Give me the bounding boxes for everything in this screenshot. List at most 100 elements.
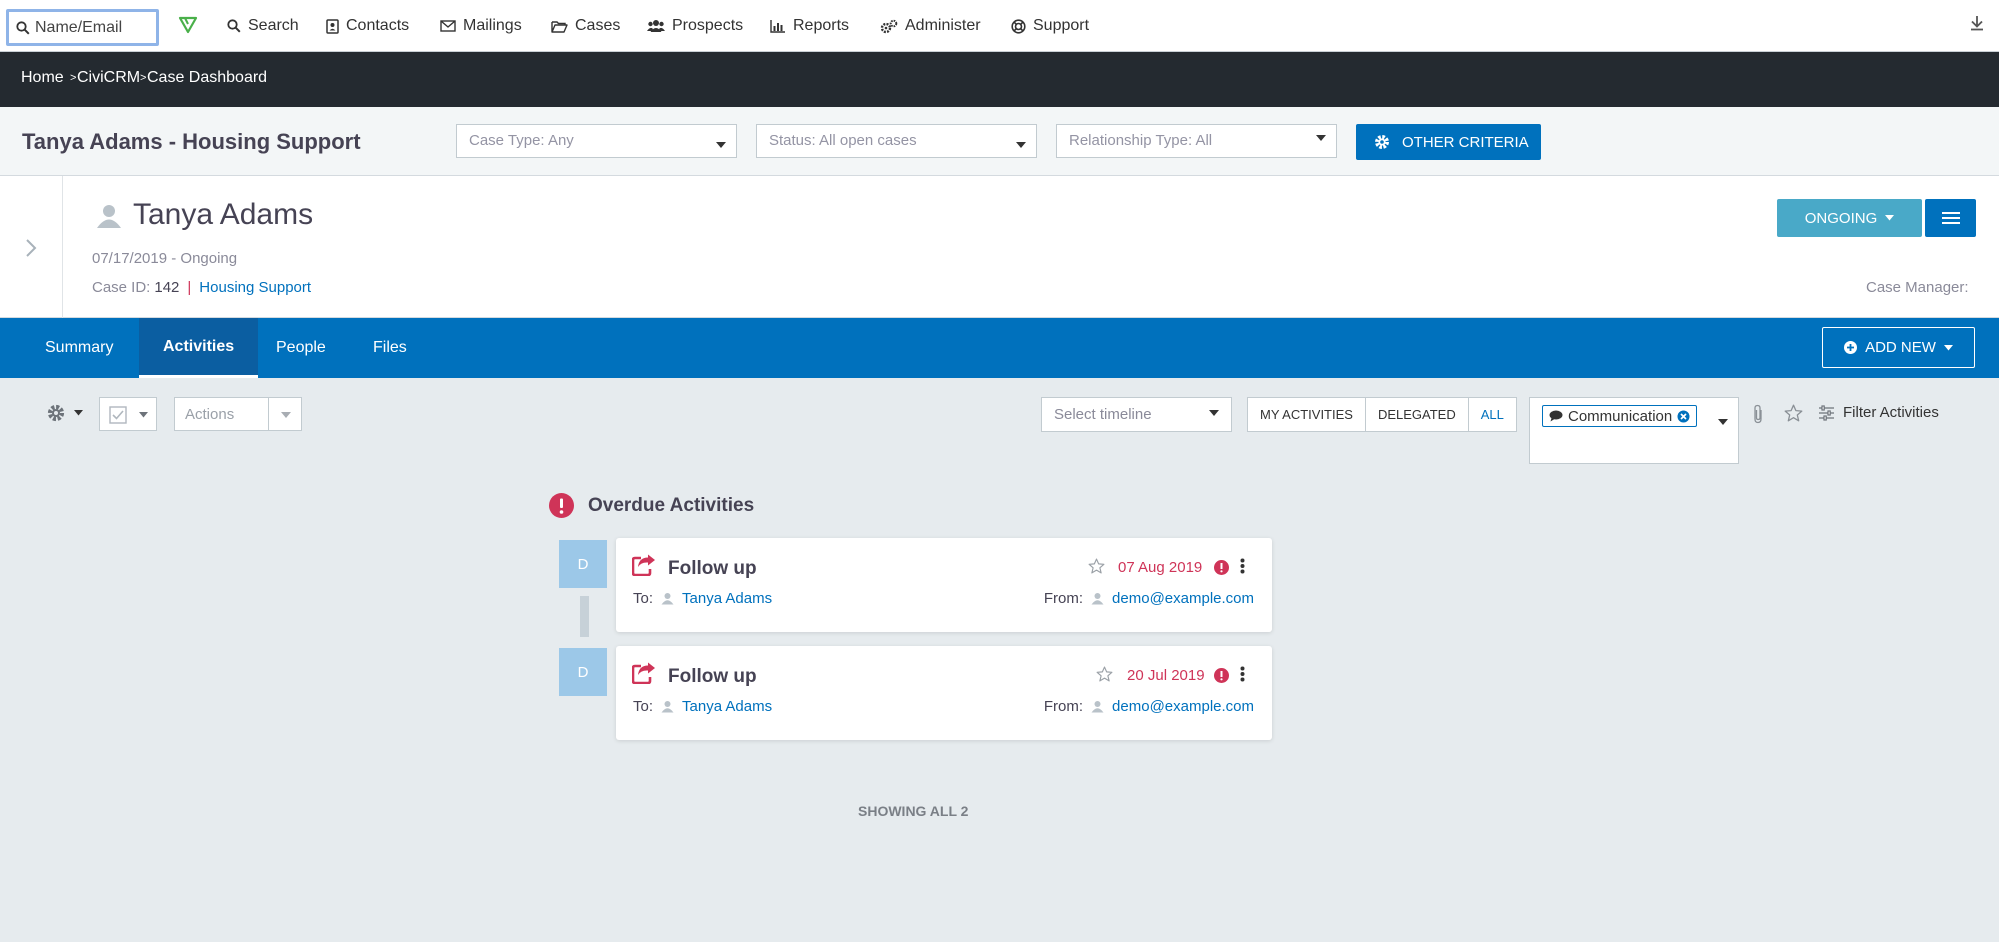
case-id-row: Case ID: 142 | Housing Support xyxy=(92,279,311,296)
more-vertical-icon[interactable] xyxy=(1240,558,1245,574)
timeline-select[interactable]: Select timeline xyxy=(1041,397,1232,432)
activity-title[interactable]: Follow up xyxy=(668,666,757,688)
case-id-value: 142 xyxy=(154,279,180,296)
activity-to: To: Tanya Adams xyxy=(633,590,772,607)
caret-down-icon xyxy=(1885,215,1895,221)
overdue-heading-label: Overdue Activities xyxy=(588,494,755,516)
tab-people[interactable]: People xyxy=(252,318,350,378)
client-name[interactable]: Tanya Adams xyxy=(133,198,313,232)
menu-label: Contacts xyxy=(346,17,410,34)
case-manager-label: Case Manager: xyxy=(1866,279,1969,296)
menu-reports[interactable]: Reports xyxy=(770,14,849,38)
my-activities-button[interactable]: MY ACTIVITIES xyxy=(1248,398,1366,431)
all-button[interactable]: ALL xyxy=(1469,398,1516,431)
collapse-menu-icon[interactable] xyxy=(1970,15,1984,31)
activity-card[interactable]: Follow up 20 Jul 2019 To: Tanya Adams Fr… xyxy=(616,646,1272,740)
actions-select[interactable]: Actions xyxy=(174,397,302,431)
search-icon xyxy=(16,21,30,35)
star-icon[interactable] xyxy=(1784,404,1803,422)
status-value: Status: All open cases xyxy=(769,132,917,149)
activity-to: To: Tanya Adams xyxy=(633,698,772,715)
menu-label: Mailings xyxy=(463,17,522,34)
overdue-section-heading: Overdue Activities xyxy=(549,493,754,518)
quick-search-input[interactable] xyxy=(35,18,153,38)
filter-activities-button[interactable]: Filter Activities xyxy=(1818,404,1939,421)
contact-card-icon xyxy=(326,18,339,34)
star-icon[interactable] xyxy=(1088,558,1105,574)
page-title: Tanya Adams - Housing Support xyxy=(22,129,361,154)
star-icon[interactable] xyxy=(1096,666,1113,682)
case-list-toggle[interactable] xyxy=(0,176,63,318)
breadcrumb-case-dashboard[interactable]: Case Dashboard xyxy=(147,69,267,87)
activity-category-select[interactable]: Communication xyxy=(1529,397,1739,464)
to-contact-link[interactable]: Tanya Adams xyxy=(682,698,772,715)
quick-search-box[interactable] xyxy=(6,9,159,46)
menu-search[interactable]: Search xyxy=(227,14,299,38)
more-vertical-icon[interactable] xyxy=(1240,666,1245,682)
timeline-placeholder: Select timeline xyxy=(1054,406,1152,423)
case-id-label: Case ID: xyxy=(92,279,151,296)
users-icon xyxy=(647,19,665,33)
tab-activities[interactable]: Activities xyxy=(139,318,259,378)
case-dates: 07/17/2019 - Ongoing xyxy=(92,250,238,267)
menu-support[interactable]: Support xyxy=(1011,14,1089,38)
to-label: To: xyxy=(633,698,654,715)
breadcrumb-separator: > xyxy=(70,72,77,84)
from-label: From: xyxy=(1043,590,1084,607)
menu-contacts[interactable]: Contacts xyxy=(326,14,409,38)
activity-title[interactable]: Follow up xyxy=(668,558,757,580)
caret-down-icon xyxy=(1209,410,1219,416)
person-icon xyxy=(96,203,122,229)
comment-icon xyxy=(1549,410,1563,422)
from-contact-link[interactable]: demo@example.com xyxy=(1112,698,1254,715)
life-ring-icon xyxy=(1011,18,1026,34)
case-type-value: Case Type: Any xyxy=(469,132,574,149)
person-icon xyxy=(661,592,674,605)
exclamation-circle-icon xyxy=(549,493,574,518)
remove-tag-icon[interactable] xyxy=(1677,410,1690,423)
relationship-type-select[interactable]: Relationship Type: All xyxy=(1056,124,1337,158)
case-type-select[interactable]: Case Type: Any xyxy=(456,124,737,158)
overdue-alert-icon xyxy=(1214,560,1229,575)
to-label: To: xyxy=(633,590,654,607)
case-actions-menu-button[interactable] xyxy=(1925,199,1976,237)
tab-files[interactable]: Files xyxy=(349,318,431,378)
case-type-link[interactable]: Housing Support xyxy=(199,279,311,296)
activity-settings-menu[interactable] xyxy=(46,403,83,423)
breadcrumb-home[interactable]: Home xyxy=(21,69,64,87)
person-icon xyxy=(1091,592,1104,605)
activity-date: 07 Aug 2019 xyxy=(1118,559,1203,576)
add-new-button[interactable]: ADD NEW xyxy=(1822,327,1975,368)
top-menu-bar xyxy=(0,0,1999,52)
activity-date: 20 Jul 2019 xyxy=(1127,667,1205,684)
plus-circle-icon xyxy=(1844,341,1858,354)
paperclip-icon[interactable] xyxy=(1752,404,1764,424)
civicrm-logo-icon[interactable] xyxy=(178,16,198,34)
avatar: D xyxy=(559,540,607,588)
to-contact-link[interactable]: Tanya Adams xyxy=(682,590,772,607)
menu-cases[interactable]: Cases xyxy=(551,14,620,38)
activity-from: From: demo@example.com xyxy=(1044,590,1254,607)
other-criteria-button[interactable]: OTHER CRITERIA xyxy=(1356,124,1541,160)
activity-card[interactable]: Follow up 07 Aug 2019 To: Tanya Adams Fr… xyxy=(616,538,1272,632)
actions-placeholder: Actions xyxy=(185,406,235,423)
caret-down-icon xyxy=(139,412,148,418)
menu-administer[interactable]: Administer xyxy=(880,14,981,38)
status-select[interactable]: Status: All open cases xyxy=(756,124,1037,158)
tab-summary[interactable]: Summary xyxy=(21,318,137,378)
menu-label: Prospects xyxy=(672,17,744,34)
bulk-select-checkbox[interactable] xyxy=(99,397,157,431)
caret-down-icon xyxy=(281,412,291,418)
breadcrumb-civicrm[interactable]: CiviCRM xyxy=(77,69,140,87)
case-status-label: ONGOING xyxy=(1804,209,1878,227)
category-tag-label: Communication xyxy=(1568,407,1673,425)
menu-mailings[interactable]: Mailings xyxy=(440,14,522,38)
from-contact-link[interactable]: demo@example.com xyxy=(1112,590,1254,607)
showing-all-count: SHOWING ALL 2 xyxy=(858,803,969,819)
menu-prospects[interactable]: Prospects xyxy=(647,14,743,38)
menu-label: Cases xyxy=(575,17,621,34)
hamburger-icon xyxy=(1941,211,1960,225)
menu-label: Reports xyxy=(793,17,850,34)
delegated-button[interactable]: DELEGATED xyxy=(1366,398,1469,431)
case-status-button[interactable]: ONGOING xyxy=(1777,199,1922,237)
